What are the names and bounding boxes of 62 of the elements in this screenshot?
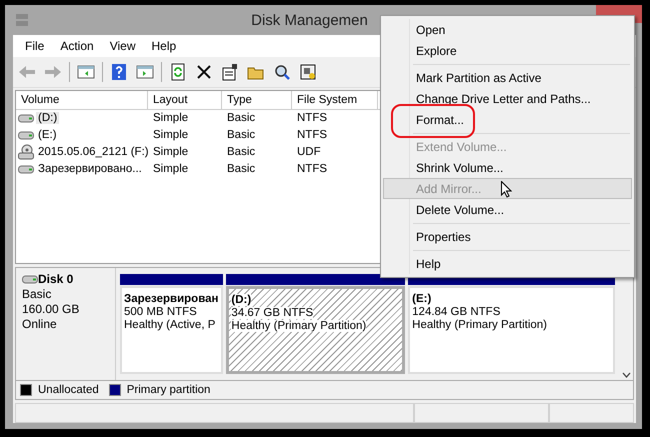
table-cell-text: NTFS — [296, 112, 328, 124]
disk-status: Online — [22, 317, 58, 331]
disk-name: Disk 0 — [38, 272, 74, 286]
table-cell-text: Basic — [226, 112, 256, 124]
table-cell-text: Basic — [226, 128, 256, 140]
partition-status: Healthy (Primary Partition) — [412, 319, 547, 331]
scroll-down-icon[interactable] — [622, 372, 630, 378]
table-cell-text: Simple — [152, 146, 190, 158]
column-header[interactable]: Volume — [16, 91, 148, 110]
disk-type: Basic — [22, 287, 52, 301]
partition-size: 34.67 GB NTFS — [231, 307, 314, 319]
menu-item[interactable]: Action — [52, 39, 102, 53]
table-cell-text: UDF — [296, 146, 322, 158]
partition-name: Зарезервирован — [124, 293, 218, 305]
menu-item[interactable]: Help — [383, 253, 632, 274]
table-cell-text: Зарезервировано... — [37, 162, 143, 174]
optical-drive-icon — [18, 144, 34, 160]
partition-name: (E:) — [412, 293, 432, 305]
window-title: Disk Managemen — [251, 12, 368, 28]
partition-status: Healthy (Active, P — [124, 319, 216, 331]
table-cell-text: Basic — [226, 146, 256, 158]
table-cell-text: Simple — [152, 162, 190, 174]
partition-size: 124.84 GB NTFS — [412, 306, 500, 318]
table-cell-text: (E:) — [37, 128, 58, 140]
menu-item[interactable]: Mark Partition as Active — [383, 67, 632, 88]
partition-status: Healthy (Primary Partition) — [231, 320, 366, 332]
drive-icon — [18, 130, 34, 140]
menu-item[interactable]: Properties — [383, 226, 632, 247]
table-cell-text: NTFS — [296, 162, 328, 174]
partition-block[interactable]: Зарезервирован 500 MB NTFS Healthy (Active, P — [120, 286, 224, 374]
column-header[interactable]: Layout — [148, 91, 222, 110]
help-icon[interactable] — [109, 62, 129, 82]
properties-icon[interactable] — [220, 62, 240, 82]
menu-item[interactable]: View — [102, 39, 144, 53]
disk-size: 160.00 GB — [22, 302, 80, 316]
menu-item[interactable]: Format... — [383, 109, 632, 130]
table-cell-text: Simple — [152, 128, 190, 140]
legend-label: Unallocated — [38, 384, 99, 396]
partition-name: (D:) — [231, 294, 252, 306]
menu-item[interactable]: Open — [383, 19, 632, 40]
menu-item[interactable]: File — [17, 39, 52, 53]
menu-item[interactable]: Change Drive Letter and Paths... — [383, 88, 632, 109]
menu-item[interactable]: Help — [144, 39, 184, 53]
drive-icon — [22, 274, 38, 284]
menu-item[interactable]: Shrink Volume... — [383, 157, 632, 178]
menu-item[interactable]: Delete Volume... — [383, 199, 632, 220]
drive-icon — [18, 112, 34, 122]
menu-item[interactable]: Explore — [383, 40, 632, 61]
table-cell: (D:) — [36, 112, 60, 124]
table-cell-text: NTFS — [296, 128, 328, 140]
column-header[interactable]: Type — [222, 91, 292, 110]
legend-label: Primary partition — [126, 384, 210, 396]
disk-management-icon — [15, 13, 29, 27]
drive-icon — [18, 164, 34, 174]
partition-block[interactable]: (D:) 34.67 GB NTFS Healthy (Primary Partition) — [226, 286, 406, 374]
column-header[interactable]: File System — [292, 91, 378, 110]
partition-block[interactable]: (E:) 124.84 GB NTFS Healthy (Primary Partition) — [408, 286, 615, 374]
table-cell-text: Simple — [152, 112, 190, 124]
mouse-pointer-icon — [501, 181, 512, 198]
table-cell-text: 2015.05.06_2121 (F:) — [37, 146, 150, 158]
partition-size: 500 MB NTFS — [124, 306, 197, 318]
table-cell-text: Basic — [226, 162, 256, 174]
